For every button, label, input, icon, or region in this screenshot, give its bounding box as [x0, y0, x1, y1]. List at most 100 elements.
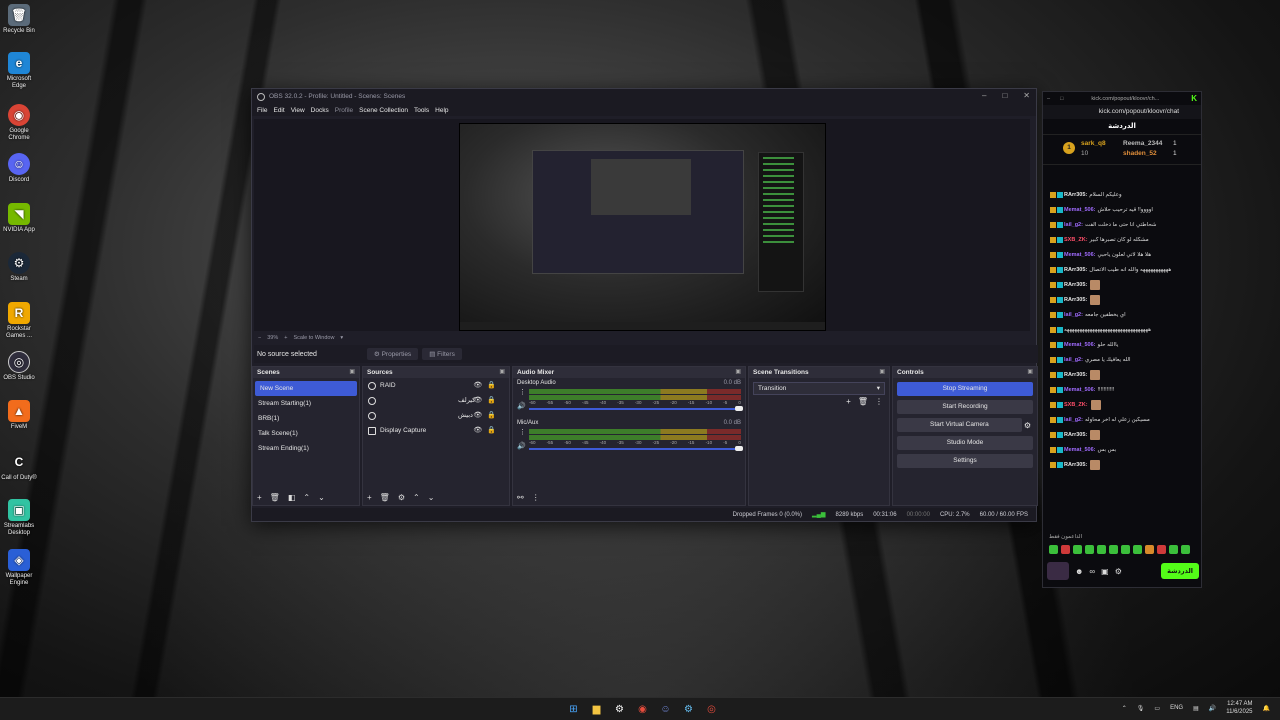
desktop-icon-nvidia[interactable]: ◥ NVIDIA App	[1, 203, 37, 234]
more-icon[interactable]: ⋮	[875, 397, 883, 406]
desktop-icon-chrome[interactable]: ◉ Google Chrome	[1, 104, 37, 142]
gear-icon[interactable]: ⚙	[1115, 567, 1122, 576]
desktop-icon-edge[interactable]: e Microsoft Edge	[1, 52, 37, 90]
chat-username[interactable]: RArr305:	[1064, 266, 1087, 274]
trash-icon[interactable]: 🗑	[858, 397, 868, 406]
desktop-icon-fivem[interactable]: ▲ FiveM	[1, 400, 37, 431]
chat-username[interactable]: RArr305:	[1064, 431, 1087, 439]
language-indicator[interactable]: ENG	[1170, 705, 1183, 711]
filter-icon[interactable]: ◧	[288, 493, 296, 502]
top-gifter[interactable]: shaden_52	[1123, 150, 1157, 157]
desktop-icon-rockstar[interactable]: R Rockstar Games ...	[1, 302, 37, 340]
emote-icon[interactable]	[1073, 545, 1082, 554]
close-icon[interactable]: ✕	[1023, 91, 1030, 100]
windows-start-icon[interactable]: ⊞	[565, 701, 582, 718]
chat-username[interactable]: Memat_506:	[1064, 251, 1096, 259]
speaker-icon[interactable]: 🔊	[517, 402, 526, 410]
gear-icon[interactable]: ⚙	[1024, 421, 1031, 430]
visibility-lock-icons[interactable]: 👁🔒	[473, 423, 501, 438]
add-icon[interactable]: +	[257, 493, 262, 502]
microphone-icon[interactable]: 🎙	[1137, 705, 1145, 712]
visibility-lock-icons[interactable]: 👁🔒	[473, 393, 501, 408]
desktop-icon-steam[interactable]: ⚙ Steam	[1, 252, 37, 283]
notification-icon[interactable]: 🔔	[1263, 705, 1270, 712]
volume-slider[interactable]	[529, 446, 743, 451]
start-recording-button[interactable]: Start Recording	[897, 400, 1033, 414]
arrow-down-icon[interactable]: ⌄	[318, 493, 325, 502]
chat-input[interactable]	[1047, 562, 1069, 580]
menu-file[interactable]: File	[257, 107, 267, 114]
volume-icon[interactable]: 🔊	[1209, 705, 1216, 712]
chat-username[interactable]: SXB_ZK:	[1064, 236, 1088, 244]
arrow-up-icon[interactable]: ⌃	[413, 493, 420, 502]
chat-url[interactable]: kick.com/popout/kloovr/chat	[1043, 105, 1201, 119]
more-icon[interactable]: ⋮	[532, 493, 540, 502]
top-gifter[interactable]: Reema_2344	[1123, 140, 1162, 147]
chat-username[interactable]: RArr305:	[1064, 461, 1087, 469]
chat-username[interactable]: lail_g2:	[1064, 311, 1083, 319]
emote-icon[interactable]	[1085, 545, 1094, 554]
emote-icon[interactable]	[1145, 545, 1154, 554]
file-explorer-icon[interactable]: ▆	[588, 701, 605, 718]
scene-item[interactable]: Talk Scene(1)	[253, 426, 359, 441]
chat-username[interactable]: RArr305:	[1064, 281, 1087, 289]
emote-icon[interactable]	[1097, 545, 1106, 554]
chat-username[interactable]: RArr305:	[1064, 296, 1087, 304]
preview-area[interactable]	[254, 119, 1030, 331]
chat-username[interactable]: Memat_506:	[1064, 341, 1096, 349]
desktop-icon-streamlabs[interactable]: ▣ Streamlabs Desktop	[1, 499, 37, 537]
chat-username[interactable]: lail_g2:	[1064, 416, 1083, 424]
menu-edit[interactable]: Edit	[273, 107, 284, 114]
chat-titlebar[interactable]: – □ kick.com/popout/kloovr/ch... K	[1043, 92, 1201, 105]
clock[interactable]: 12:47 AM 11/6/2025	[1226, 700, 1252, 716]
zoom-mode[interactable]: Scale to Window	[293, 335, 334, 341]
maximize-icon[interactable]: □	[1060, 96, 1063, 102]
menu-tools[interactable]: Tools	[414, 107, 429, 114]
maximize-icon[interactable]: □	[1002, 91, 1007, 100]
menu-scene-collection[interactable]: Scene Collection	[359, 107, 408, 114]
chrome-icon[interactable]: ◉	[634, 701, 651, 718]
scene-item[interactable]: Stream Starting(1)	[253, 396, 359, 411]
transition-select[interactable]: Transition	[753, 382, 885, 395]
desktop-icon-call-of-duty[interactable]: C Call of Duty®	[1, 451, 37, 482]
chat-username[interactable]: RArr305:	[1064, 371, 1087, 379]
desktop-icon-obs[interactable]: ◎ OBS Studio	[1, 351, 37, 382]
add-icon[interactable]: +	[367, 493, 372, 502]
scene-item[interactable]: New Scene	[255, 381, 357, 396]
emoji-icon[interactable]: ☻	[1075, 567, 1083, 576]
trash-icon[interactable]: 🗑	[270, 493, 280, 502]
emote-icon[interactable]	[1121, 545, 1130, 554]
menu-profile[interactable]: Profile	[335, 107, 353, 114]
network-icon[interactable]: ▤	[1193, 705, 1199, 712]
infinity-icon[interactable]: ∞	[1089, 567, 1095, 576]
desktop-icon-wallpaper-engine[interactable]: ◈ Wallpaper Engine	[1, 549, 37, 587]
chat-username[interactable]: Memat_506:	[1064, 446, 1096, 454]
filters-button[interactable]: ▤ Filters	[422, 348, 462, 360]
arrow-down-icon[interactable]: ⌄	[428, 493, 435, 502]
menu-view[interactable]: View	[291, 107, 305, 114]
zoom-out-icon[interactable]: −	[258, 335, 261, 341]
menu-help[interactable]: Help	[435, 107, 448, 114]
zoom-in-icon[interactable]: +	[284, 335, 287, 341]
emote-icon[interactable]	[1181, 545, 1190, 554]
source-item[interactable]: كيرلف 👁🔒	[363, 393, 509, 408]
visibility-lock-icons[interactable]: 👁🔒	[473, 378, 501, 393]
visibility-lock-icons[interactable]: 👁🔒	[473, 408, 501, 423]
trash-icon[interactable]: 🗑	[380, 493, 390, 502]
source-item[interactable]: RAID 👁🔒	[363, 378, 509, 393]
minimize-icon[interactable]: –	[982, 91, 986, 100]
discord-icon[interactable]: ☺	[657, 701, 674, 718]
arrow-up-icon[interactable]: ⌃	[303, 493, 310, 502]
steelseries-icon[interactable]: ⚙	[611, 701, 628, 718]
battery-icon[interactable]: ▭	[1154, 705, 1160, 712]
steam-icon[interactable]: ⚙	[680, 701, 697, 718]
top-gifter[interactable]: sark_q8	[1081, 140, 1106, 147]
gear-icon[interactable]: ⚙	[398, 493, 405, 502]
source-item[interactable]: Display Capture 👁🔒	[363, 423, 509, 438]
gift-icon[interactable]: ▣	[1101, 567, 1109, 576]
chevron-down-icon[interactable]: ▾	[340, 335, 343, 341]
speaker-icon[interactable]: 🔊	[517, 442, 526, 450]
chat-send-button[interactable]: الدردشة	[1161, 563, 1199, 579]
scene-item[interactable]: BRB(1)	[253, 411, 359, 426]
emote-icon[interactable]	[1109, 545, 1118, 554]
